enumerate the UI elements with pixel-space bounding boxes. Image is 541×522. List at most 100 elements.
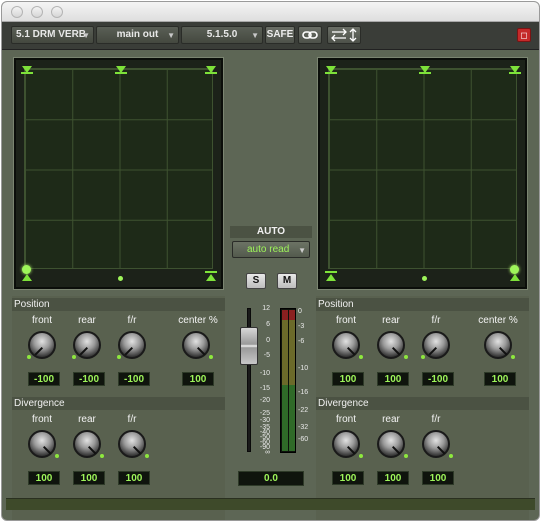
knob-indicator — [34, 347, 43, 356]
center-value[interactable]: 100 — [484, 372, 516, 386]
volume-fader[interactable] — [240, 327, 258, 365]
solo-button[interactable]: S — [246, 273, 266, 289]
flip-button[interactable] — [327, 26, 361, 44]
fr-knob[interactable] — [117, 331, 146, 359]
divergence-front-value[interactable]: 100 — [332, 471, 364, 485]
title-bar — [2, 2, 539, 22]
knob-indicator — [197, 347, 206, 356]
knob-led — [511, 355, 515, 359]
rear-label: rear — [382, 414, 400, 425]
meter-scale-label: -10 — [298, 365, 309, 372]
rear-value[interactable]: 100 — [377, 372, 409, 386]
output-select[interactable]: main out ▼ — [96, 26, 179, 44]
speaker-bar — [325, 72, 337, 74]
pan-position-dot[interactable] — [510, 265, 519, 274]
meter-channel-right — [289, 310, 295, 451]
divergence-front-value[interactable]: 100 — [28, 471, 60, 485]
rear-label: rear — [78, 315, 96, 326]
fader-scale-label: ∞ — [265, 449, 270, 456]
meter-scale-label: -3 — [298, 323, 305, 330]
knob-indicator — [428, 347, 437, 356]
format-name: 5.1.5.0 — [206, 29, 238, 40]
speaker-bar — [325, 271, 337, 273]
fader-scale-label: -10 — [259, 370, 270, 377]
chevron-down-icon: ▼ — [82, 31, 90, 40]
output-name: main out — [116, 29, 159, 40]
knob-indicator — [437, 446, 446, 455]
toolbar: 5.1 DRM VERB ▼ main out ▼ 5.1.5.0 ▼ SAFE… — [2, 22, 539, 50]
link-button[interactable] — [298, 26, 322, 44]
fr-value[interactable]: -100 — [118, 372, 150, 386]
center-knob[interactable] — [484, 331, 515, 359]
speaker-bar — [205, 72, 217, 74]
rear-value[interactable]: -100 — [73, 372, 105, 386]
speaker-right-rear-icon — [510, 274, 520, 281]
divergence-front-knob[interactable] — [28, 430, 59, 458]
fader-scale-label: 6 — [266, 321, 270, 328]
divergence-rear-knob[interactable] — [73, 430, 104, 458]
speaker-bar — [419, 72, 431, 74]
lfe-dot — [118, 276, 123, 281]
center-knob[interactable] — [182, 331, 213, 359]
window-zoom-light[interactable] — [51, 6, 63, 18]
rear-label: rear — [382, 315, 400, 326]
divergence-fr-knob[interactable] — [118, 430, 149, 458]
divergence-front-knob[interactable] — [332, 430, 363, 458]
fader-scale-label: -30 — [259, 417, 270, 424]
meter-scale-label: -60 — [298, 436, 309, 443]
format-select[interactable]: 5.1.5.0 ▼ — [181, 26, 263, 44]
plugin-window: 5.1 DRM VERB ▼ main out ▼ 5.1.5.0 ▼ SAFE… — [1, 1, 540, 521]
divergence-rear-value[interactable]: 100 — [377, 471, 409, 485]
fr-value[interactable]: -100 — [422, 372, 454, 386]
rear-knob[interactable] — [377, 331, 408, 359]
fr-knob[interactable] — [421, 331, 450, 359]
pan-position-dot[interactable] — [22, 265, 31, 274]
knob-led — [421, 355, 425, 359]
knob-indicator — [347, 446, 356, 455]
rear-knob[interactable] — [72, 331, 101, 359]
front-knob[interactable] — [27, 331, 56, 359]
chevron-down-icon: ▼ — [251, 31, 259, 40]
swap-arrows-icon — [331, 28, 357, 42]
fader-scale-label: -20 — [259, 397, 270, 404]
chevron-down-icon: ▼ — [167, 31, 175, 40]
left-controls: Position front rear f/r center % -100 -1… — [12, 296, 225, 520]
window-minimize-light[interactable] — [31, 6, 43, 18]
divergence-fr-knob[interactable] — [422, 430, 453, 458]
divergence-fr-value[interactable]: 100 — [118, 471, 150, 485]
knob-led — [145, 454, 149, 458]
center-value[interactable]: 100 — [182, 372, 214, 386]
knob-led — [209, 355, 213, 359]
track-name: 5.1 DRM VERB — [16, 29, 87, 40]
front-label: front — [31, 315, 52, 326]
panner-display-left[interactable] — [14, 58, 223, 289]
divergence-header: Divergence — [12, 397, 225, 410]
panner-display-right[interactable] — [318, 58, 527, 289]
chevron-down-icon: ▼ — [298, 246, 306, 255]
speaker-right-rear-icon — [206, 274, 216, 281]
mute-button[interactable]: M — [277, 273, 297, 289]
position-header: Position — [12, 298, 225, 311]
track-select[interactable]: 5.1 DRM VERB ▼ — [11, 26, 94, 44]
front-value[interactable]: -100 — [28, 372, 60, 386]
front-value[interactable]: 100 — [332, 372, 364, 386]
divergence-fr-value[interactable]: 100 — [422, 471, 454, 485]
speaker-left-rear-icon — [326, 274, 336, 281]
fader-value[interactable]: 0.0 — [238, 471, 304, 486]
close-button[interactable]: ◻ — [517, 28, 531, 42]
divergence-rear-knob[interactable] — [377, 430, 408, 458]
front-knob[interactable] — [332, 331, 363, 359]
divergence-rear-value[interactable]: 100 — [73, 471, 105, 485]
knob-led — [404, 454, 408, 458]
automation-mode: auto read — [247, 244, 290, 255]
automation-mode-select[interactable]: auto read ▼ — [232, 241, 310, 258]
knob-led — [359, 355, 363, 359]
footer-bar — [6, 498, 535, 510]
safe-button[interactable]: SAFE — [265, 26, 295, 44]
speaker-bar — [21, 72, 33, 74]
fader-scale-label: 12 — [262, 305, 270, 312]
knob-indicator — [124, 347, 133, 356]
meter-scale-label: -32 — [298, 424, 309, 431]
lfe-dot — [422, 276, 427, 281]
window-close-light[interactable] — [11, 6, 23, 18]
